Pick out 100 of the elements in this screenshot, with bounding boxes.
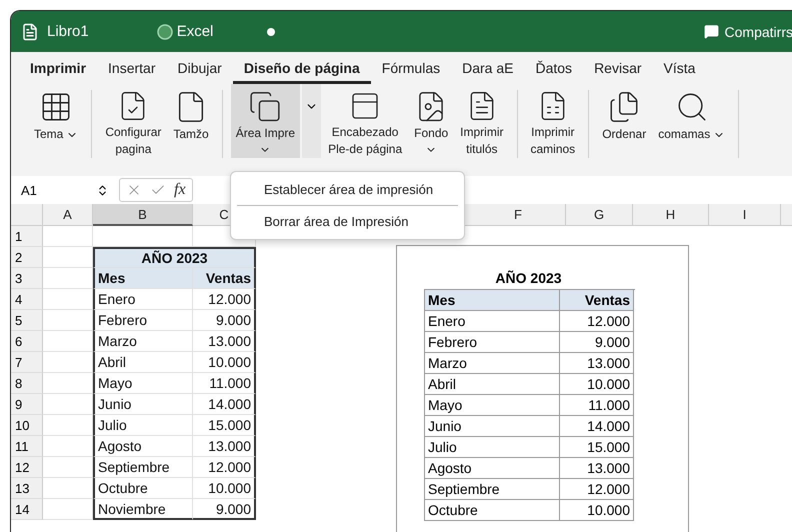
row-number: 12 — [11, 457, 43, 478]
comment-icon — [704, 24, 719, 39]
row-number: 2 — [11, 247, 43, 268]
table-cell: Marzo — [93, 331, 193, 352]
table-cell: 9.000 — [193, 499, 256, 520]
table-cell: 9.000 — [193, 310, 256, 331]
table-header: Ventas — [560, 290, 634, 311]
table-cell: 14.000 — [560, 416, 634, 437]
ribbon-tab[interactable]: Ďatos — [524, 54, 584, 84]
table-cell: 10.000 — [193, 478, 256, 499]
row-number: 5 — [11, 310, 43, 331]
table-cell: 12.000 — [560, 479, 634, 500]
ribbon-button[interactable]: Área Impre — [230, 84, 300, 158]
window-title: Libro1 — [47, 23, 89, 40]
table-title: AÑO 2023 — [494, 270, 563, 288]
table-cell: 12.000 — [193, 457, 256, 478]
grid-cell[interactable] — [43, 289, 93, 310]
table-cell: Abril — [425, 374, 560, 395]
table-cell: Enero — [93, 289, 193, 310]
ribbon-button[interactable]: Encabezado Ple-de página — [323, 84, 408, 158]
document-icon — [21, 22, 39, 40]
table-cell: Enero — [425, 311, 560, 332]
app-name: Excel — [176, 23, 214, 40]
row-number: 4 — [11, 289, 43, 310]
ribbon-button[interactable]: Tamžo — [168, 84, 214, 158]
ribbon-button[interactable]: Ordenar — [597, 84, 652, 158]
grid-cell[interactable] — [43, 226, 93, 247]
row-number: 3 — [11, 268, 43, 289]
ribbon-button[interactable]: Configurar pagina — [100, 84, 166, 158]
grid-cell[interactable] — [43, 478, 93, 499]
table-cell: 9.000 — [560, 332, 634, 353]
table-cell: Julio — [93, 415, 193, 436]
grid-cell[interactable] — [43, 373, 93, 394]
ribbon-tab[interactable]: Dibujar — [166, 54, 233, 84]
table-cell: Agosto — [93, 436, 193, 457]
table-header: Mes — [93, 268, 193, 289]
table-cell: 10.000 — [560, 374, 634, 395]
dot-icon — [267, 28, 276, 36]
table-cell: Mayo — [93, 373, 193, 394]
table-cell: 12.000 — [193, 289, 256, 310]
table-cell: Mayo — [425, 395, 560, 416]
table-cell: 10.000 — [560, 500, 634, 521]
table-cell: 15.000 — [193, 415, 256, 436]
table-cell: Noviembre — [93, 499, 193, 520]
grid-cell[interactable] — [43, 268, 93, 289]
ribbon-button[interactable]: Imprimir caminos — [526, 84, 580, 158]
table-cell: Octubre — [425, 500, 560, 521]
grid-cell[interactable] — [43, 394, 93, 415]
table-cell: 10.000 — [193, 352, 256, 373]
file-tab[interactable]: Imprimir — [19, 54, 98, 84]
dropdown-button[interactable] — [302, 84, 322, 158]
table-cell: Agosto — [425, 458, 560, 479]
grid-cell[interactable] — [43, 331, 93, 352]
table-cell: Septiembre — [425, 479, 560, 500]
table-cell: Abril — [93, 352, 193, 373]
grid-cell[interactable] — [43, 499, 93, 520]
ribbon-tab[interactable]: Revisar — [583, 54, 653, 84]
row-number: 14 — [11, 499, 43, 520]
ribbon-tab[interactable]: Fórmulas — [370, 54, 452, 84]
circle-icon — [156, 24, 173, 40]
ribbon-button[interactable]: Imprimir titulós — [455, 84, 508, 158]
table-title: AÑO 2023 — [93, 247, 256, 268]
grid-cell[interactable] — [93, 226, 193, 247]
row-number: 10 — [11, 415, 43, 436]
ribbon-button[interactable]: Fondo — [409, 84, 454, 158]
grid-cell[interactable] — [43, 436, 93, 457]
grid-cell[interactable] — [43, 415, 93, 436]
table-cell: Julio — [425, 437, 560, 458]
column-header[interactable]: A — [43, 204, 93, 226]
ribbon-tab[interactable]: Insertar — [97, 54, 166, 84]
table-cell: Junio — [425, 416, 560, 437]
function-label[interactable]: fx — [174, 181, 186, 199]
table-cell: Febrero — [425, 332, 560, 353]
table-cell: Junio — [93, 394, 193, 415]
row-number: 11 — [11, 436, 43, 457]
column-header[interactable]: B — [93, 204, 193, 226]
grid-cell[interactable] — [43, 310, 93, 331]
ribbon-button[interactable]: Tema — [29, 84, 84, 158]
table-cell: Septiembre — [93, 457, 193, 478]
name-box[interactable]: A1 — [17, 179, 113, 201]
ribbon-tab[interactable]: Vísta — [652, 54, 706, 84]
table-cell: 11.000 — [193, 373, 256, 394]
table-cell: 13.000 — [193, 331, 256, 352]
table-header: Mes — [425, 290, 560, 311]
table-cell: 13.000 — [193, 436, 256, 457]
grid-cell[interactable] — [43, 457, 93, 478]
table-header: Ventas — [193, 268, 256, 289]
ribbon-tab[interactable]: Dara aE — [451, 54, 524, 84]
grid-cell[interactable] — [43, 352, 93, 373]
row-number: 1 — [11, 226, 43, 247]
select-all-corner[interactable] — [11, 204, 43, 226]
row-number: 8 — [11, 373, 43, 394]
table-cell: Febrero — [93, 310, 193, 331]
menu-item[interactable]: Establecer área de impresión — [231, 176, 464, 203]
table-cell: 14.000 — [193, 394, 256, 415]
grid-cell[interactable] — [43, 247, 93, 268]
row-number: 13 — [11, 478, 43, 499]
table-cell: Octubre — [93, 478, 193, 499]
row-number: 6 — [11, 331, 43, 352]
ribbon-button[interactable]: comamas — [653, 84, 730, 158]
